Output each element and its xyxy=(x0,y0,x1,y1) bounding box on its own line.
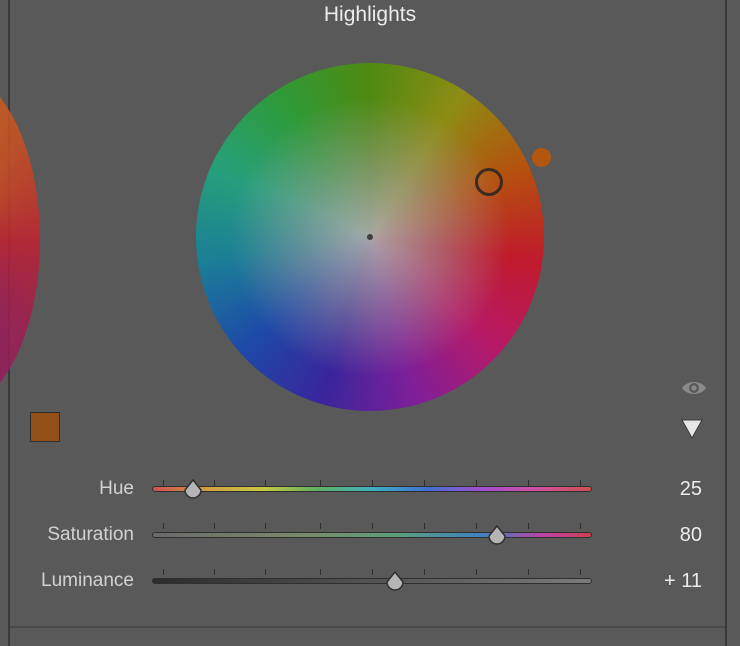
panel-title: Highlights xyxy=(323,3,417,26)
luminance-slider-track[interactable] xyxy=(152,578,592,584)
triangle-down-icon[interactable] xyxy=(681,418,703,440)
hue-slider-track[interactable] xyxy=(152,486,592,492)
luminance-slider-thumb[interactable] xyxy=(385,570,405,593)
luminance-slider-ticks xyxy=(152,569,592,575)
panel-bottom-divider xyxy=(10,626,725,628)
panel-right-border xyxy=(725,0,727,646)
hue-value[interactable]: 25 xyxy=(600,478,702,500)
wheel-center-dot xyxy=(367,234,373,240)
hue-slider-ticks xyxy=(152,480,592,486)
saturation-slider-ticks xyxy=(152,523,592,529)
wheel-handle[interactable] xyxy=(475,168,503,196)
saturation-slider-track[interactable] xyxy=(152,532,592,538)
luminance-value[interactable]: + 11 xyxy=(600,570,702,592)
luminance-label: Luminance xyxy=(41,570,134,591)
hue-marker[interactable] xyxy=(532,148,551,167)
saturation-value[interactable]: 80 xyxy=(600,524,702,546)
saturation-slider-thumb[interactable] xyxy=(487,524,507,547)
color-wheel[interactable] xyxy=(196,63,544,411)
color-swatch[interactable] xyxy=(30,412,60,442)
color-grading-panel: Highlights Hue 25 Saturation 80 Luminanc… xyxy=(0,0,740,646)
saturation-label: Saturation xyxy=(47,524,134,545)
hue-label: Hue xyxy=(99,478,134,499)
eye-icon[interactable] xyxy=(680,376,708,400)
previous-color-wheel[interactable] xyxy=(0,70,40,410)
hue-slider-thumb[interactable] xyxy=(183,478,203,501)
